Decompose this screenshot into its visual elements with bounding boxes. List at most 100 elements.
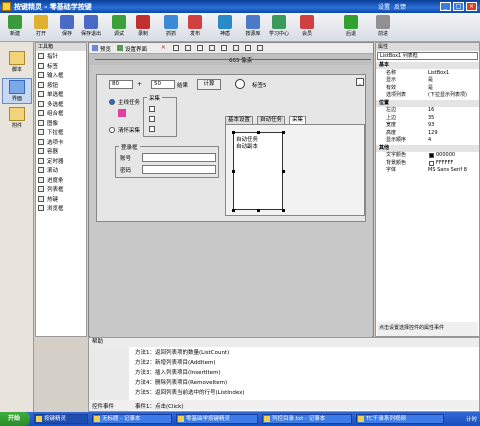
toolbar-button-grab[interactable]: 抓抓 [160,14,182,41]
close-button[interactable]: × [466,2,477,11]
resize-handle[interactable] [232,170,235,173]
property-value[interactable]: 129 [428,130,438,137]
property-row[interactable]: 显示 是 [376,77,479,84]
align-right-icon[interactable] [197,45,203,51]
nav-attachment[interactable]: 附件 [2,106,32,132]
image-control[interactable] [118,109,126,117]
property-section[interactable]: 基本 [376,62,479,69]
delete-icon[interactable]: ✕ [161,45,166,51]
toolbar-button-open-folder[interactable]: 打开 [30,14,52,41]
toolbar-button-new[interactable]: 新建 [4,14,26,41]
property-value[interactable]: 是 [428,77,433,84]
toolbar-button-shield[interactable]: 神盾 [214,14,236,41]
number-a-input[interactable]: 80 [109,80,133,89]
toolbox-item[interactable]: 标签 [38,62,58,71]
maximize-button[interactable]: □ [453,2,464,11]
property-section[interactable]: 其他 [376,144,479,152]
interface-settings-button[interactable]: 设置界面 [125,45,147,53]
nav-interface[interactable]: 界面 [2,78,32,104]
taskbar-task[interactable]: 按键精灵 [34,414,88,424]
toolbox-item[interactable]: 选项卡 [38,138,64,147]
toolbox-item[interactable]: 指针 [38,53,58,61]
property-row[interactable]: 名称 ListBox1 [376,70,479,77]
align-bottom-icon[interactable] [221,45,227,51]
start-button[interactable]: 开始 [0,412,30,426]
toolbox-item[interactable]: 进度条 [38,176,64,185]
align-left-icon[interactable] [173,45,179,51]
align-center-icon[interactable] [185,45,191,51]
resize-handle[interactable] [282,170,285,173]
property-value[interactable]: FFFFFF [436,160,453,167]
list-item[interactable]: 自动副本 [236,142,258,150]
property-value[interactable]: 是 [428,85,433,92]
toolbar-button-forward-arrow[interactable]: 前进 [372,14,394,41]
property-row[interactable]: 高度 129 [376,130,479,137]
resize-handle[interactable] [232,131,235,134]
feedback-link[interactable]: 反馈 [394,2,406,11]
resize-handle[interactable] [282,209,285,212]
password-input[interactable] [142,165,216,174]
property-value[interactable]: MS Sans Serif 8 [428,167,467,174]
toolbar-button-publish[interactable]: 发布 [184,14,206,41]
minimize-box[interactable]: _ [356,78,364,86]
toolbar-button-learning[interactable]: 学习中心 [268,14,290,41]
property-row[interactable]: 有效 是 [376,85,479,92]
same-width-icon[interactable] [233,45,239,51]
same-height-icon[interactable] [245,45,251,51]
taskbar-task[interactable]: 无标题 - 记事本 [92,414,172,424]
toolbox-item[interactable]: 列表框 [38,186,64,194]
toolbox-item[interactable]: 按钮 [38,81,58,90]
number-b-input[interactable]: 50 [151,80,175,89]
toolbox-item[interactable]: 输入框 [38,72,64,80]
toolbox-item[interactable]: 热键 [38,195,58,204]
collect-checkbox-3[interactable] [149,126,155,132]
property-value[interactable]: 4 [428,137,431,144]
toolbar-button-debug[interactable]: 调试 [108,14,130,41]
account-input[interactable] [142,153,216,162]
taskbar-task[interactable]: 列控目录.txt - 记事本 [262,414,352,424]
property-value[interactable]: 000000 [436,152,455,159]
same-size-icon[interactable] [257,45,263,51]
collect-checkbox-2[interactable] [149,116,155,122]
align-top-icon[interactable] [209,45,215,51]
main-task-radio[interactable] [109,99,115,105]
toolbox-item[interactable]: 滚动 [38,167,58,175]
property-section[interactable]: 位置 [376,99,479,107]
property-value[interactable]: 35 [428,115,434,122]
component-select[interactable]: ListBox1 列表框 [377,52,478,60]
property-value[interactable]: 16 [428,107,434,114]
selected-listbox[interactable]: 自动任务 自动副本 [233,132,283,210]
calculate-button[interactable]: 计算 [197,79,221,90]
property-value[interactable]: (下拉显示列表项) [428,92,467,99]
resize-handle[interactable] [282,131,285,134]
property-value[interactable]: ListBox1 [428,70,449,77]
property-row[interactable]: 左边 16 [376,107,479,114]
toolbox-item[interactable]: 下拉框 [38,129,64,137]
toolbox-item[interactable]: 容器 [38,148,58,156]
toolbar-button-back-arrow[interactable]: 后退 [340,14,362,41]
toolbox-item[interactable]: 图像 [38,119,58,128]
resize-handle[interactable] [257,131,260,134]
toolbox-item[interactable]: 多选框 [38,100,64,109]
toolbar-button-vip[interactable]: 会员 [296,14,318,41]
property-value[interactable]: 93 [428,122,434,129]
preview-button[interactable]: 预览 [100,45,111,53]
toolbar-button-save-exit[interactable]: 保存退出 [80,14,102,41]
resize-handle[interactable] [257,209,260,212]
toolbar-button-save[interactable]: 保存 [56,14,78,41]
toolbox-item[interactable]: 定时器 [38,157,64,166]
nav-script[interactable]: 脚本 [2,50,32,76]
property-row[interactable]: 宽度 93 [376,122,479,129]
taskbar-task[interactable]: TC千录系列视频 [356,414,444,424]
toolbar-button-library[interactable]: 按源库 [242,14,264,41]
property-row[interactable]: 显示顺序 4 [376,137,479,144]
toolbox-item[interactable]: 组合框 [38,110,64,118]
property-row[interactable]: 背景颜色 FFFFFF [376,160,479,167]
property-row[interactable]: 上边 35 [376,115,479,122]
toolbox-item[interactable]: 单选框 [38,91,64,99]
property-row[interactable]: 字体 MS Sans Serif 8 [376,167,479,174]
collect-radio[interactable] [109,127,115,133]
toolbar-button-record[interactable]: 录制 [132,14,154,41]
collect-checkbox-1[interactable] [149,106,155,112]
property-row[interactable]: 选项列表 (下拉显示列表项) [376,92,479,99]
